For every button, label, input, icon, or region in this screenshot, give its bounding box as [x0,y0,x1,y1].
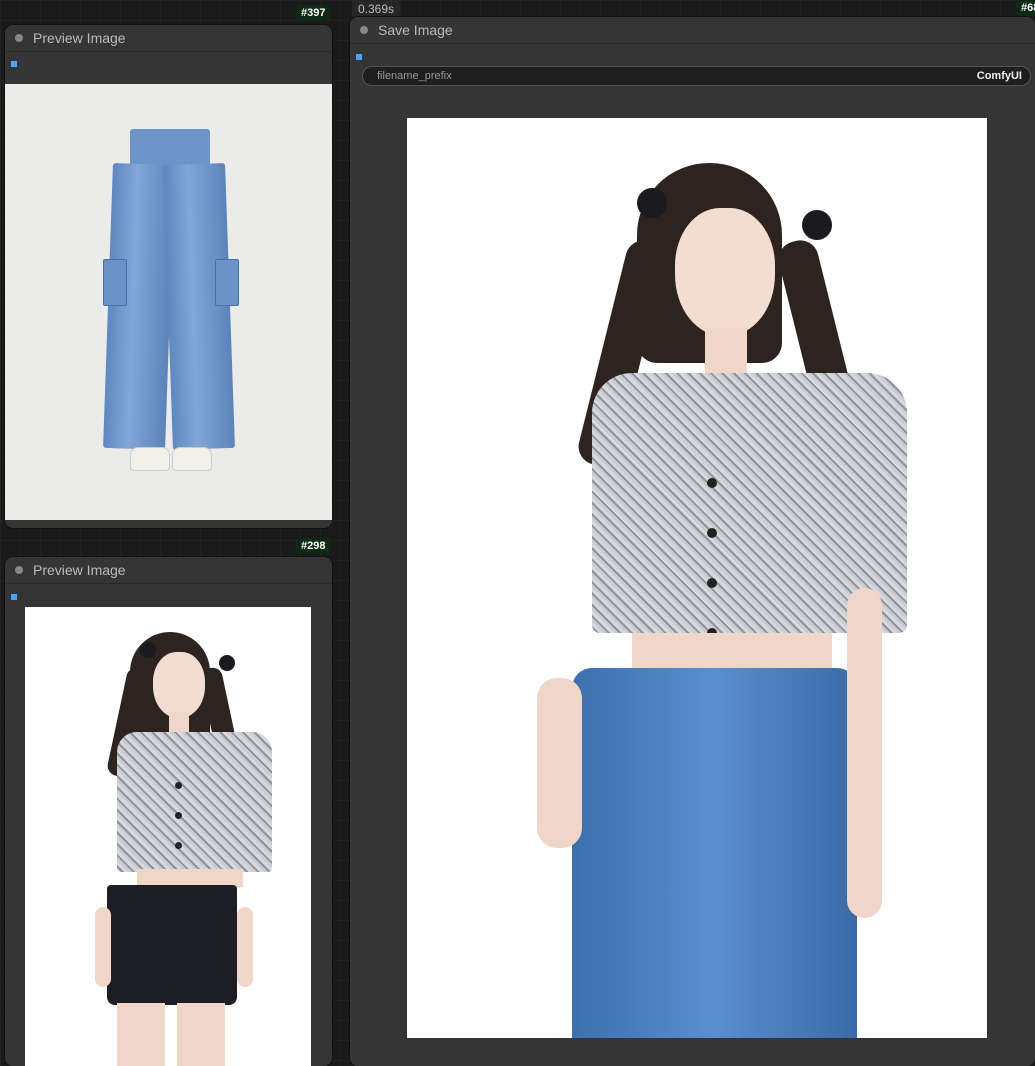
node-id-badge-68: #68 [1016,0,1035,16]
preview-image-jeans [5,84,332,520]
node-status-dot-icon [15,566,23,574]
node-status-dot-icon [360,26,368,34]
jeans-illustration [100,129,240,479]
preview-image-node-298[interactable]: Preview Image [5,557,332,1066]
node-title: Preview Image [33,30,126,46]
widget-label: filename_prefix [377,70,452,82]
saved-image-model-jeans [407,118,987,1038]
output-slot-icon[interactable] [11,594,17,600]
node-id-badge-397: #397 [296,5,331,21]
save-image-node-68[interactable]: Save Image filename_prefix ComfyUI [350,17,1035,1066]
node-header[interactable]: Save Image [350,17,1035,44]
execution-time-label: 0.369s [352,0,401,18]
preview-image-node-397[interactable]: Preview Image [5,25,332,528]
filename-prefix-field[interactable]: filename_prefix ComfyUI [362,66,1031,86]
node-id-badge-298: #298 [296,538,331,554]
node-header[interactable]: Preview Image [5,25,332,52]
node-header[interactable]: Preview Image [5,557,332,584]
widget-value: ComfyUI [976,70,1022,82]
node-title: Preview Image [33,562,126,578]
node-status-dot-icon [15,34,23,42]
output-slot-icon[interactable] [11,61,17,67]
preview-image-model-shorts [25,607,311,1066]
output-slot-icon[interactable] [356,54,362,60]
node-title: Save Image [378,22,453,38]
